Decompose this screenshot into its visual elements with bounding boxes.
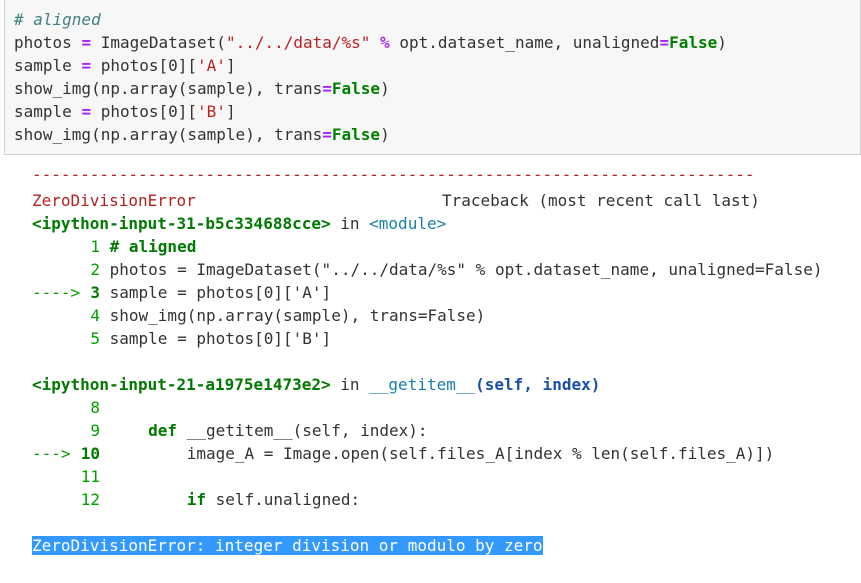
code-line: sample = photos[0]['B']	[14, 100, 236, 123]
code-token: sample = photos[0]['A']	[100, 283, 332, 302]
code-token: show_img(np.array(sample), trans	[14, 79, 323, 98]
code-token: photos[0][	[91, 102, 198, 121]
line-arrow: ---->	[32, 283, 81, 302]
dashes: ----------------------------------------…	[32, 165, 755, 184]
code-line: show_img(np.array(sample), trans=False)	[14, 77, 390, 100]
code-token: self.unaligned:	[205, 490, 361, 509]
code-token: show_img(np.array(sample), trans=False)	[100, 306, 486, 325]
final-error-line: ZeroDivisionError: integer division or m…	[32, 534, 543, 557]
code-token: False	[669, 33, 718, 52]
frame-file: <ipython-input-21-a1975e1473e2>	[32, 375, 331, 394]
code-line: sample = photos[0]['A']	[14, 54, 236, 77]
final-error-message: : integer division or modulo by zero	[195, 536, 543, 555]
frame-func: __getitem__	[369, 375, 476, 394]
code-token: # aligned	[100, 237, 197, 256]
traceback-code-line: ----> 3 sample = photos[0]['A']	[32, 281, 331, 304]
code-token: =	[322, 125, 332, 144]
frame-file: <ipython-input-31-b5c334688cce>	[32, 214, 331, 233]
code-token: photos = ImageDataset("../../data/%s" % …	[100, 260, 823, 279]
frame-in: in	[330, 214, 370, 233]
code-input-cell[interactable]: # aligned photos = ImageDataset("../../da…	[4, 0, 861, 155]
code-token: ImageDataset(	[91, 33, 226, 52]
line-number: 2	[90, 260, 100, 279]
traceback-code-line: 2 photos = ImageDataset("../../data/%s" …	[32, 258, 822, 281]
frame-sig: (self, index)	[475, 375, 601, 394]
error-name: ZeroDivisionError	[32, 191, 196, 210]
frame-in: in	[330, 375, 370, 394]
code-token: ]	[225, 102, 236, 121]
code-token: if	[100, 490, 206, 509]
code-line: photos = ImageDataset("../../data/%s" % …	[14, 31, 727, 54]
code-token: def	[100, 421, 178, 440]
code-token: "../../data/%s"	[225, 33, 371, 52]
code-token: opt.dataset_name, unaligned	[389, 33, 660, 52]
code-token: photos	[14, 33, 82, 52]
code-token: 'B'	[197, 102, 226, 121]
traceback-code-line: 4 show_img(np.array(sample), trans=False…	[32, 304, 485, 327]
line-arrow: --->	[32, 444, 71, 463]
line-number: 3	[90, 283, 100, 302]
line-number: 9	[90, 421, 100, 440]
code-token: sample	[14, 56, 82, 75]
traceback-code-line: 5 sample = photos[0]['B']	[32, 327, 331, 350]
line-number: 12	[80, 490, 100, 509]
final-error-name: ZeroDivisionError	[32, 536, 196, 555]
code-line: show_img(np.array(sample), trans=False)	[14, 123, 390, 146]
traceback-code-line: 1 # aligned	[32, 235, 196, 258]
code-token: photos[0][	[91, 56, 198, 75]
traceback-dashes: ----------------------------------------…	[32, 163, 754, 186]
code-token: show_img(np.array(sample), trans	[14, 125, 323, 144]
code-token: %	[380, 33, 390, 52]
line-number: 8	[90, 398, 100, 417]
traceback-code-line: 8	[32, 396, 100, 419]
code-line: # aligned	[14, 8, 101, 31]
code-token: ]	[225, 56, 236, 75]
traceback-header: ZeroDivisionError Traceback (most recent …	[32, 189, 760, 212]
code-token: )	[717, 33, 727, 52]
line-number: 1	[90, 237, 100, 256]
traceback-code-line: 12 if self.unaligned:	[32, 488, 360, 511]
code-token: =	[81, 56, 92, 75]
code-token: )	[380, 79, 390, 98]
line-number: 5	[90, 329, 100, 348]
code-token: False	[331, 125, 381, 144]
code-token: sample = photos[0]['B']	[100, 329, 332, 348]
code-token: =	[322, 79, 332, 98]
line-number: 10	[80, 444, 100, 463]
code-token: image_A = Image.open(self.files_A[index …	[100, 444, 775, 463]
code-token: 'A'	[197, 56, 226, 75]
code-token: __getitem__(self, index):	[177, 421, 428, 440]
traceback-code-line: 9 def __getitem__(self, index):	[32, 419, 428, 442]
code-token: =	[659, 33, 670, 52]
code-token: =	[81, 33, 92, 52]
traceback-code-line: 11	[32, 465, 100, 488]
code-token: =	[81, 102, 92, 121]
frame-func: <module>	[369, 214, 447, 233]
code-token: sample	[14, 102, 82, 121]
line-number: 11	[80, 467, 100, 486]
line-number: 4	[90, 306, 100, 325]
traceback-header-text: Traceback (most recent call last)	[442, 191, 760, 210]
traceback-code-line: ---> 10 image_A = Image.open(self.files_A…	[32, 442, 774, 465]
frame-location: <ipython-input-31-b5c334688cce> in <modu…	[32, 212, 446, 235]
selected-error-text[interactable]: ZeroDivisionError: integer division or m…	[32, 536, 543, 555]
code-token: # aligned	[14, 10, 101, 29]
code-token: )	[380, 125, 390, 144]
code-token: False	[331, 79, 381, 98]
frame-location: <ipython-input-21-a1975e1473e2> in __get…	[32, 373, 600, 396]
